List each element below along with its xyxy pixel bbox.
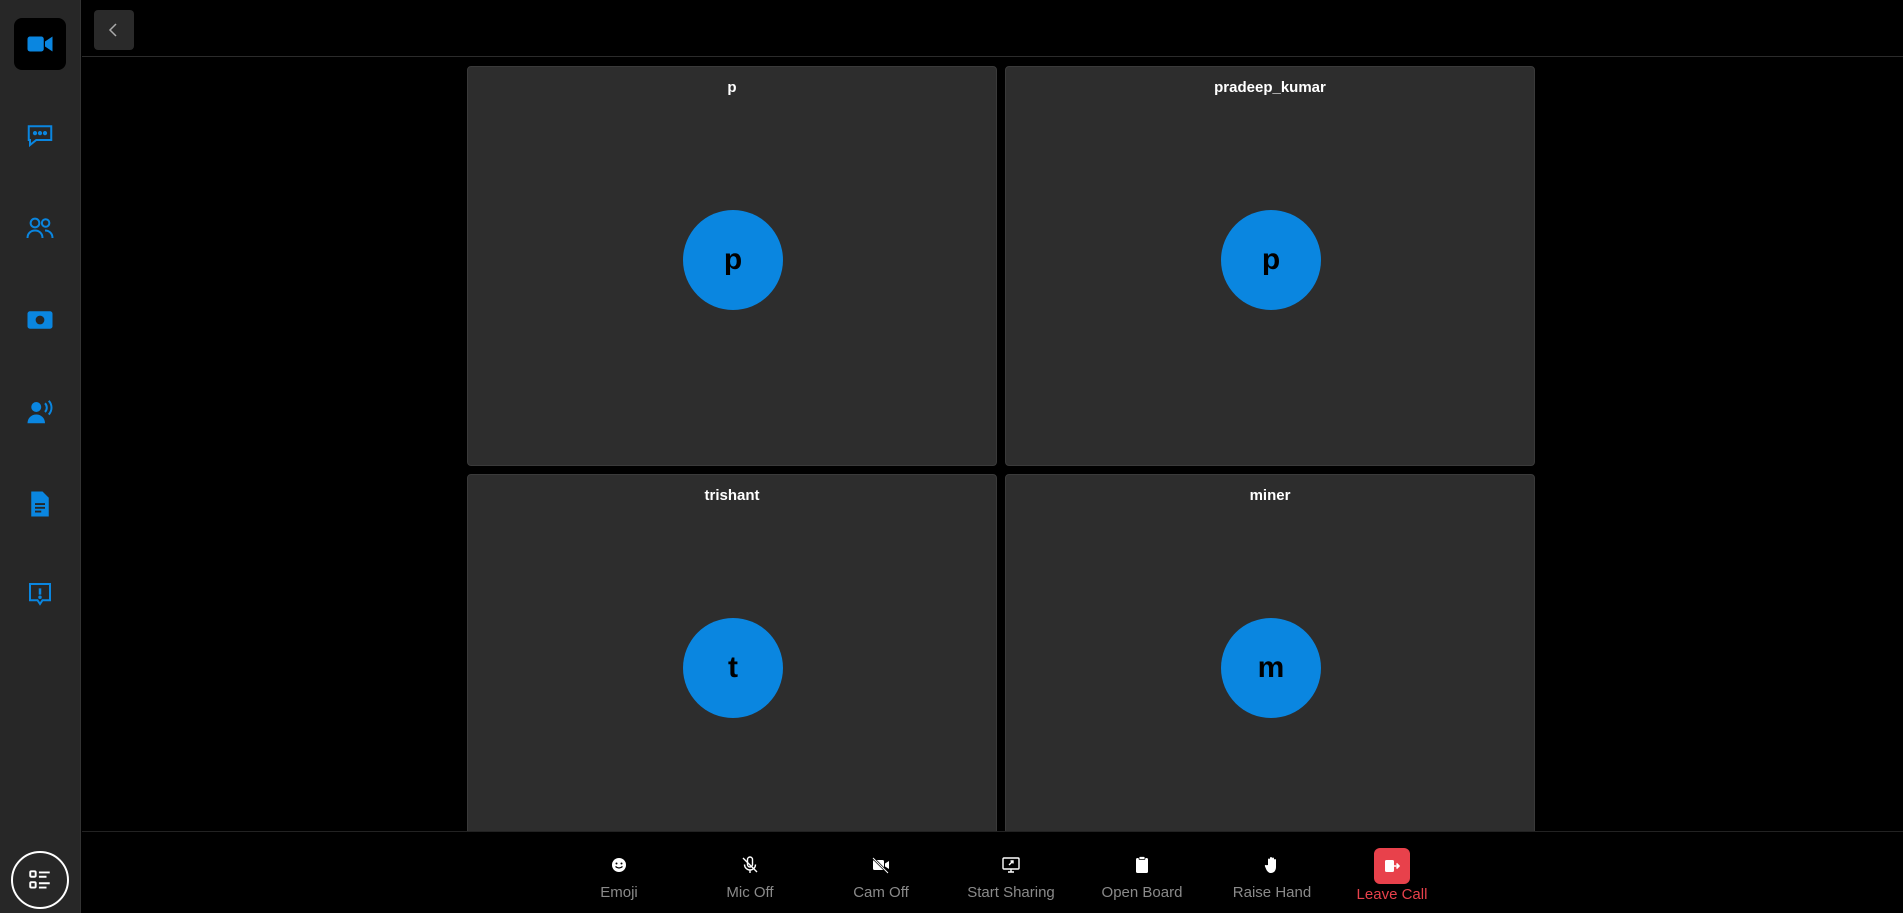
- top-bar: [82, 0, 1903, 57]
- participant-name: p: [727, 79, 737, 96]
- emoji-button[interactable]: Emoji: [564, 832, 674, 913]
- chevron-left-icon: [108, 23, 117, 37]
- speaker-icon: [27, 400, 53, 424]
- hand-icon: [1264, 857, 1276, 873]
- leave-call-button[interactable]: Leave Call: [1337, 832, 1447, 913]
- participant-name: miner: [1249, 487, 1291, 504]
- mic-toggle-button[interactable]: Mic Off: [695, 832, 805, 913]
- chat-icon: [27, 125, 53, 148]
- sidebar: [0, 0, 81, 913]
- cam-label: Cam Off: [853, 884, 909, 901]
- report-icon: [29, 583, 51, 606]
- leave-call-icon: [1385, 860, 1401, 872]
- share-label: Start Sharing: [967, 884, 1055, 901]
- record-nav-button[interactable]: [14, 294, 66, 346]
- participants-icon: [26, 217, 54, 239]
- participant-tile[interactable]: miner m: [1005, 474, 1535, 874]
- avatar: t: [683, 618, 783, 718]
- avatar: m: [1221, 618, 1321, 718]
- raise-hand-button[interactable]: Raise Hand: [1217, 832, 1327, 913]
- participant-tile[interactable]: p p: [467, 66, 997, 466]
- mic-off-icon: [742, 856, 758, 873]
- hand-label: Raise Hand: [1232, 884, 1312, 901]
- board-label: Open Board: [1101, 884, 1183, 901]
- back-button[interactable]: [94, 10, 134, 50]
- clipboard-icon: [1136, 856, 1148, 873]
- emoji-icon: [612, 858, 626, 872]
- record-icon: [27, 311, 53, 329]
- leave-label: Leave Call: [1356, 886, 1428, 903]
- participants-nav-button[interactable]: [14, 202, 66, 254]
- speaker-nav-button[interactable]: [14, 386, 66, 438]
- avatar: p: [683, 210, 783, 310]
- camera-toggle-button[interactable]: Cam Off: [826, 832, 936, 913]
- list-menu-icon: [29, 870, 50, 889]
- document-nav-button[interactable]: [14, 478, 66, 530]
- participant-tile[interactable]: pradeep_kumar p: [1005, 66, 1535, 466]
- report-nav-button[interactable]: [14, 568, 66, 620]
- avatar: p: [1221, 210, 1321, 310]
- emoji-label: Emoji: [600, 884, 638, 901]
- open-board-button[interactable]: Open Board: [1087, 832, 1197, 913]
- participant-tile[interactable]: trishant t: [467, 474, 997, 874]
- video-camera-icon: [27, 36, 53, 52]
- screen-share-icon: [1002, 857, 1020, 873]
- menu-button[interactable]: [11, 851, 69, 909]
- mic-label: Mic Off: [726, 884, 774, 901]
- document-icon: [31, 491, 49, 517]
- chat-nav-button[interactable]: [14, 109, 66, 161]
- participant-name: trishant: [704, 487, 760, 504]
- participant-name: pradeep_kumar: [1214, 79, 1326, 96]
- call-controls-bar: Emoji Mic Off Cam Off Start Sharing Open…: [82, 831, 1903, 913]
- camera-off-icon: [872, 857, 889, 874]
- video-nav-button[interactable]: [14, 18, 66, 70]
- screen-share-button[interactable]: Start Sharing: [956, 832, 1066, 913]
